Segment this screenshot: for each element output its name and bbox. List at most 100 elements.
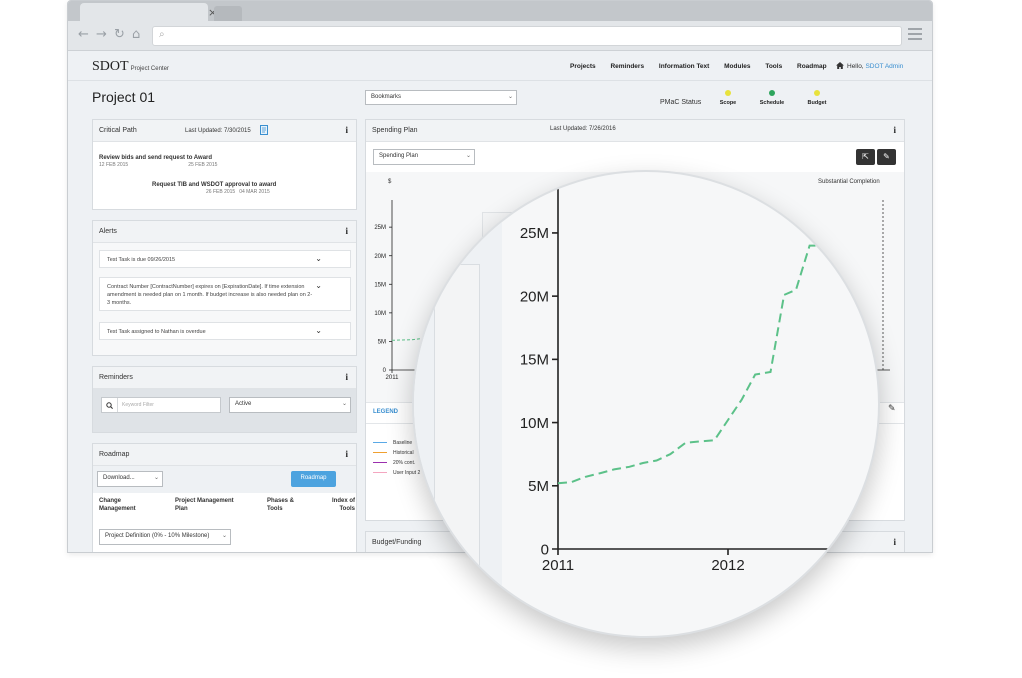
info-icon[interactable]: i: [893, 537, 896, 547]
spending-plan-select[interactable]: Spending Plan ⌄: [373, 149, 475, 165]
chevron-down-icon: ⌄: [465, 153, 471, 159]
y-tick-label: 10M: [520, 415, 549, 432]
chevron-down-icon: ⌄: [341, 401, 347, 407]
user-link[interactable]: SDOT Admin: [865, 63, 903, 70]
chevron-down-icon: ⌄: [221, 533, 227, 539]
chart-magnifier: 0 5M 10M 15M 20M 25M 2011 2012: [412, 170, 880, 638]
new-tab-button[interactable]: [214, 6, 242, 21]
status-filter-select[interactable]: Active ⌄: [229, 397, 351, 413]
chevron-down-icon[interactable]: ⌄: [315, 255, 322, 263]
page-title: Project 01: [92, 89, 156, 105]
edit-icon[interactable]: ✎: [877, 149, 896, 165]
status-dot-schedule: [769, 90, 775, 96]
status-budget: Budget: [797, 90, 837, 106]
app-header: SDOT Project Center Projects Reminders In…: [68, 51, 932, 81]
y-tick-label: 15M: [374, 282, 386, 288]
chevron-down-icon[interactable]: ⌄: [315, 282, 322, 290]
column-header[interactable]: Phases & Tools: [267, 497, 297, 513]
column-header[interactable]: Index of Tools: [325, 497, 355, 513]
info-icon[interactable]: i: [345, 226, 348, 236]
roadmap-panel: Roadmap i Download... ⌄ Roadmap Change Ma…: [92, 443, 357, 552]
panel-header: Reminders i: [93, 367, 356, 389]
y-tick-label: 5M: [378, 340, 386, 346]
chevron-down-icon: ⌄: [153, 475, 159, 481]
panel-title: Alerts: [99, 228, 117, 235]
y-tick-label: 20M: [374, 254, 386, 260]
info-icon[interactable]: i: [345, 125, 348, 135]
panel-header: Spending Plan Last Updated: 7/26/2016 i: [366, 120, 904, 142]
last-updated: Last Updated: 7/26/2016: [550, 126, 616, 132]
legend-title[interactable]: LEGEND: [373, 409, 398, 415]
browser-tab[interactable]: ×: [80, 3, 217, 21]
tab-strip: ×: [68, 1, 932, 21]
alerts-panel: Alerts i Test Task is due 09/26/2015 ⌄ Co…: [92, 220, 357, 356]
external-link-icon[interactable]: ⇱: [856, 149, 875, 165]
alert-item[interactable]: Test Task is due 09/26/2015 ⌄: [99, 250, 351, 268]
nav-roadmap[interactable]: Roadmap: [797, 63, 827, 70]
x-tick-label: 2011: [542, 557, 574, 574]
spending-series-line: [557, 244, 827, 485]
keyword-filter-input[interactable]: Keyword Filter: [101, 397, 221, 413]
x-tick-label: 2011: [386, 375, 400, 381]
y-tick-label: 20M: [520, 288, 549, 305]
bookmarks-select[interactable]: Bookmarks ⌄: [365, 90, 517, 105]
y-tick-label: 25M: [520, 225, 549, 242]
download-select[interactable]: Download... ⌄: [97, 471, 163, 487]
chevron-down-icon: ⌄: [507, 94, 513, 100]
panel-header: Alerts i: [93, 221, 356, 243]
status-dot-scope: [725, 90, 731, 96]
nav-information-text[interactable]: Information Text: [659, 63, 709, 70]
nav-reminders[interactable]: Reminders: [610, 63, 644, 70]
top-nav: Projects Reminders Information Text Modu…: [570, 63, 840, 70]
user-greeting: Hello, SDOT Admin: [836, 62, 903, 70]
column-header[interactable]: Change Management: [99, 497, 154, 513]
browser-toolbar: ← → ↻ ⌂ ⌕: [68, 21, 932, 51]
nav-tools[interactable]: Tools: [765, 63, 782, 70]
url-bar[interactable]: ⌕: [152, 26, 902, 46]
info-icon[interactable]: i: [345, 449, 348, 459]
menu-icon[interactable]: [908, 28, 922, 40]
y-tick-label: 0: [541, 541, 549, 558]
x-tick-label: 2012: [711, 557, 744, 574]
column-header[interactable]: Project Management Plan: [175, 497, 235, 513]
y-tick-label: 15M: [520, 352, 549, 369]
home-icon[interactable]: ⌂: [132, 28, 140, 42]
reminders-panel: Reminders i Keyword Filter Active ⌄: [92, 366, 357, 433]
last-updated: Last Updated: 7/30/2015: [185, 128, 251, 134]
y-tick-label: 25M: [374, 225, 386, 231]
panel-title: Roadmap: [99, 451, 130, 458]
roadmap-button[interactable]: Roadmap: [291, 471, 336, 487]
alert-item[interactable]: Contract Number [ContractNumber] expires…: [99, 277, 351, 311]
search-icon: [106, 402, 113, 409]
info-icon[interactable]: i: [345, 372, 348, 382]
panel-header: Critical Path Last Updated: 7/30/2015 i: [93, 120, 356, 142]
document-icon[interactable]: [260, 125, 268, 135]
chevron-down-icon[interactable]: ⌄: [315, 327, 322, 335]
critical-path-panel: Critical Path Last Updated: 7/30/2015 i …: [92, 119, 357, 210]
nav-modules[interactable]: Modules: [724, 63, 750, 70]
y-tick-label: 5M: [528, 478, 549, 495]
search-icon: ⌕: [159, 29, 165, 40]
panel-title: Reminders: [99, 374, 133, 381]
status-schedule: Schedule: [752, 90, 792, 106]
critical-task: Review bids and send request to Award 12…: [99, 155, 218, 168]
logo[interactable]: SDOT Project Center: [92, 59, 169, 75]
critical-task: Request TIB and WSDOT approval to award …: [152, 182, 277, 195]
reload-icon[interactable]: ↻: [114, 28, 125, 42]
alert-item[interactable]: Test Task assigned to Nathan is overdue ⌄: [99, 322, 351, 340]
home-icon[interactable]: [836, 62, 844, 69]
edit-icon[interactable]: ✎: [888, 404, 896, 414]
phase-select[interactable]: Project Definition (0% - 10% Milestone) ⌄: [99, 529, 231, 545]
forward-icon[interactable]: →: [96, 28, 107, 42]
pmac-status-label: PMaC Status: [660, 99, 702, 106]
y-tick-label: 10M: [374, 311, 386, 317]
info-icon[interactable]: i: [893, 125, 896, 135]
panel-title: Critical Path: [99, 127, 137, 134]
spending-chart-zoomed[interactable]: 0 5M 10M 15M 20M 25M 2011 2012: [414, 172, 880, 638]
panel-header: Roadmap i: [93, 444, 356, 466]
nav-projects[interactable]: Projects: [570, 63, 596, 70]
panel-title: Spending Plan: [372, 127, 418, 134]
y-tick-label: 0: [383, 368, 387, 374]
back-icon[interactable]: ←: [78, 28, 89, 42]
status-scope: Scope: [708, 90, 748, 106]
